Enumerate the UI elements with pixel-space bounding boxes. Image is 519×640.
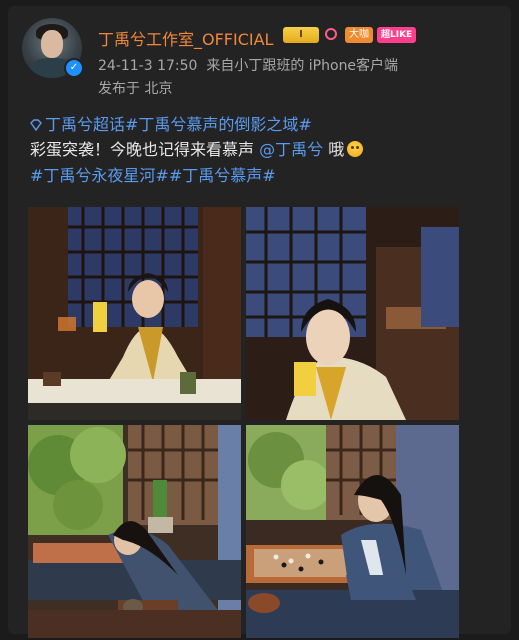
- surprised-face-emoji-icon: [347, 141, 364, 157]
- super-like-badge[interactable]: 超LIKE: [377, 27, 417, 43]
- mention-link[interactable]: @丁禹兮: [259, 140, 323, 159]
- author-name[interactable]: 丁禹兮工作室_OFFICIAL: [98, 26, 273, 50]
- user-badges: I 大咖 超LIKE: [283, 27, 417, 43]
- post-body-text: 彩蛋突袭！今晚也记得来看慕声: [30, 140, 260, 159]
- topic-link[interactable]: #丁禹兮慕声的倒影之域#: [125, 115, 312, 134]
- post-body-suffix: 哦: [323, 140, 345, 159]
- avatar-face: [41, 30, 63, 58]
- verified-check-icon: ✓: [64, 58, 84, 78]
- level-badge-icon[interactable]: I: [283, 27, 319, 43]
- post-image-3[interactable]: [28, 425, 241, 638]
- post-image-1[interactable]: [28, 207, 241, 420]
- ring-badge-icon[interactable]: [323, 27, 341, 43]
- post-text-line-1: 丁禹兮超话#丁禹兮慕声的倒影之域#: [30, 114, 312, 136]
- post-meta: 24-11-3 17:50 来自小丁跟班的 iPhone客户端: [98, 55, 398, 75]
- post-image-2[interactable]: [246, 207, 459, 420]
- post-image-4[interactable]: [246, 425, 459, 638]
- post-source: 来自小丁跟班的 iPhone客户端: [206, 58, 399, 74]
- post-topics-line[interactable]: #丁禹兮永夜星河##丁禹兮慕声#: [30, 165, 276, 187]
- post-text-line-2: 彩蛋突袭！今晚也记得来看慕声 @丁禹兮 哦: [30, 139, 364, 161]
- post-location: 发布于 北京: [98, 81, 173, 97]
- post-timestamp[interactable]: 24-11-3 17:50: [98, 58, 197, 74]
- diamond-icon: [30, 119, 42, 131]
- big-fan-badge[interactable]: 大咖: [345, 27, 373, 43]
- supertopic-link[interactable]: 丁禹兮超话: [45, 115, 125, 134]
